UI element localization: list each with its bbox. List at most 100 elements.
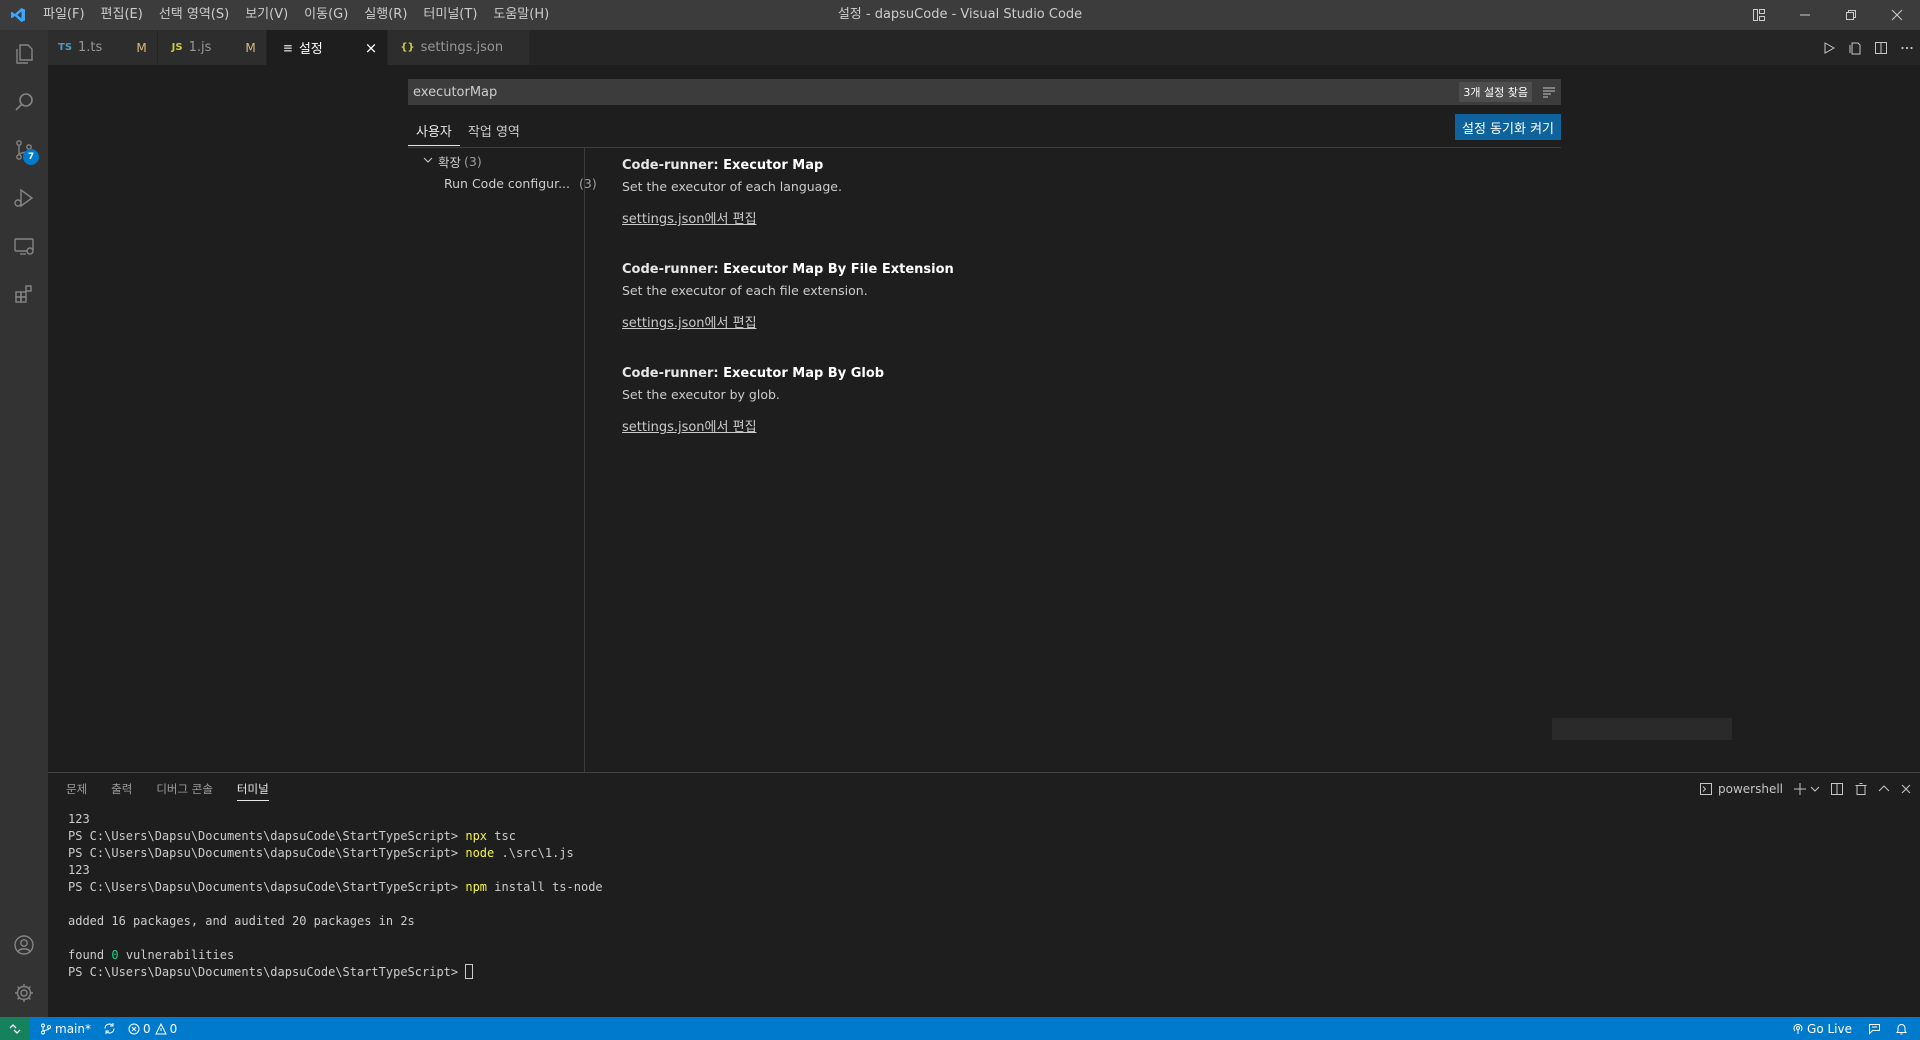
run-icon[interactable] xyxy=(1816,30,1842,65)
scm-badge: 7 xyxy=(23,149,39,165)
problems-indicator[interactable]: 0 0 xyxy=(122,1017,183,1040)
terminal-line: PS C:\Users\Dapsu\Documents\dapsuCode\St… xyxy=(68,828,603,845)
terminal-line: found 0 vulnerabilities xyxy=(68,947,603,964)
toc-item-extensions[interactable]: 확장 (3) xyxy=(408,150,584,172)
result-count-badge: 3개 설정 찾음 xyxy=(1459,82,1532,102)
terminal-prompt: PS C:\Users\Dapsu\Documents\dapsuCode\St… xyxy=(68,829,466,843)
status-bar: main* 0 0 Go Live xyxy=(0,1017,1920,1040)
toc-label: 확장 xyxy=(438,154,462,170)
setting-description: Set the executor of each file extension. xyxy=(622,283,868,298)
branch-name: main* xyxy=(55,1021,91,1036)
tab-1-js[interactable]: JS 1.js M xyxy=(157,30,267,65)
vuln-before: found xyxy=(68,948,112,962)
tab-label: 1.ts xyxy=(78,40,103,55)
tab-output[interactable]: 출력 xyxy=(111,781,132,801)
accounts-icon[interactable] xyxy=(0,921,48,969)
new-terminal-plus-icon[interactable] xyxy=(1793,782,1820,796)
window-controls xyxy=(1736,0,1920,30)
terminal-line: added 16 packages, and audited 20 packag… xyxy=(68,914,415,928)
terminal-line: 123 xyxy=(68,863,90,877)
notifications-bell-icon[interactable] xyxy=(1891,1017,1920,1040)
close-icon[interactable]: × xyxy=(365,39,378,57)
sync-icon[interactable] xyxy=(97,1017,122,1040)
tab-label: 설정 xyxy=(298,42,323,57)
terminal-name: powershell xyxy=(1718,782,1783,796)
edit-in-settings-json-link[interactable]: settings.json에서 편집 xyxy=(622,420,757,435)
menu-item-3[interactable]: 보기(V) xyxy=(237,0,296,30)
source-control-icon[interactable]: 7 xyxy=(0,126,48,174)
terminal-output[interactable]: 123 PS C:\Users\Dapsu\Documents\dapsuCode… xyxy=(68,811,603,981)
terminal-cursor xyxy=(465,964,474,979)
split-editor-icon[interactable] xyxy=(1868,30,1894,65)
menu-item-6[interactable]: 터미널(T) xyxy=(415,0,485,30)
editor-actions xyxy=(1816,30,1920,65)
setting-category: Code-runner: xyxy=(622,262,724,277)
chevron-down-icon xyxy=(1810,786,1820,792)
remote-explorer-icon[interactable] xyxy=(0,222,48,270)
maximize-panel-chevron-up-icon[interactable] xyxy=(1878,783,1890,795)
split-terminal-icon[interactable] xyxy=(1830,782,1844,796)
manage-gear-icon[interactable] xyxy=(0,969,48,1017)
terminal-icon xyxy=(1700,783,1712,795)
trash-icon[interactable] xyxy=(1854,782,1868,796)
explorer-icon[interactable] xyxy=(0,30,48,78)
tab-workspace[interactable]: 작업 영역 xyxy=(460,117,528,146)
terminal-selector[interactable]: powershell xyxy=(1699,782,1783,796)
terminal-command: npm xyxy=(465,880,488,894)
layout-icon[interactable] xyxy=(1736,0,1782,30)
setting-name: Executor Map By Glob xyxy=(723,366,885,381)
panel-actions: powershell xyxy=(1689,777,1912,801)
settings-file-icon: ≡ xyxy=(282,40,293,55)
settings-list: Code-runner: Executor Map Set the execut… xyxy=(622,158,1522,470)
terminal-command: npx xyxy=(465,829,488,843)
menu-item-5[interactable]: 실행(R) xyxy=(356,0,415,30)
typescript-file-icon: TS xyxy=(58,42,73,53)
tab-settings-json[interactable]: {} settings.json xyxy=(388,30,531,65)
setting-category: Code-runner: xyxy=(622,366,724,381)
setting-title: Code-runner: Executor Map By File Extens… xyxy=(622,262,1522,277)
edit-in-settings-json-link[interactable]: settings.json에서 편집 xyxy=(622,212,757,227)
menu-item-4[interactable]: 이동(G) xyxy=(296,0,356,30)
settings-toc: 확장 (3) Run Code configur... (3) xyxy=(408,148,597,772)
title-bar: 파일(F) 편집(E) 선택 영역(S) 보기(V) 이동(G) 실행(R) 터미널(T) 도… xyxy=(0,0,1920,30)
bottom-panel: 문제 출력 디버그 콘솔 터미널 powershell 123 PS C:\Use… xyxy=(48,772,1920,1017)
settings-search-input[interactable] xyxy=(413,84,1460,100)
vuln-after: vulnerabilities xyxy=(118,948,235,962)
terminal-line: 123 xyxy=(68,812,90,826)
tab-terminal[interactable]: 터미널 xyxy=(236,781,269,801)
remote-indicator-icon[interactable] xyxy=(0,1017,30,1040)
more-actions-icon[interactable] xyxy=(1894,30,1920,65)
extensions-icon[interactable] xyxy=(0,270,48,318)
restore-button[interactable] xyxy=(1828,0,1874,30)
go-live-label: Go Live xyxy=(1807,1021,1852,1036)
filter-icon[interactable] xyxy=(1542,85,1556,99)
close-panel-icon[interactable] xyxy=(1900,783,1912,795)
menu-item-2[interactable]: 선택 영역(S) xyxy=(151,0,237,30)
menu-item-7[interactable]: 도움말(H) xyxy=(485,0,557,30)
edit-in-settings-json-link[interactable]: settings.json에서 편집 xyxy=(622,316,757,331)
search-icon[interactable] xyxy=(0,78,48,126)
tab-label: 1.js xyxy=(188,40,212,55)
setting-description: Set the executor of each language. xyxy=(622,179,842,194)
tab-debug-console[interactable]: 디버그 콘솔 xyxy=(156,781,213,801)
run-debug-icon[interactable] xyxy=(0,174,48,222)
minimize-button[interactable] xyxy=(1782,0,1828,30)
menu-item-1[interactable]: 편집(E) xyxy=(93,0,151,30)
git-branch[interactable]: main* xyxy=(34,1017,97,1040)
turn-on-settings-sync-button[interactable]: 설정 동기화 켜기 xyxy=(1455,114,1561,140)
open-settings-json-icon[interactable] xyxy=(1842,30,1868,65)
menu-item-0[interactable]: 파일(F) xyxy=(35,0,93,30)
setting-title: Code-runner: Executor Map xyxy=(622,158,1522,173)
go-live-button[interactable]: Go Live xyxy=(1786,1017,1858,1040)
tab-problems[interactable]: 문제 xyxy=(66,781,87,801)
modified-indicator: M xyxy=(136,40,147,55)
feedback-icon[interactable] xyxy=(1858,1017,1891,1040)
error-count: 0 xyxy=(142,1021,151,1036)
toc-item-run-code-configuration[interactable]: Run Code configur... (3) xyxy=(408,172,597,194)
tab-settings[interactable]: ≡ 설정 × xyxy=(266,30,389,65)
tab-user[interactable]: 사용자 xyxy=(408,117,460,146)
terminal-prompt: PS C:\Users\Dapsu\Documents\dapsuCode\St… xyxy=(68,846,466,860)
close-window-button[interactable] xyxy=(1874,0,1920,30)
tab-1-ts[interactable]: TS 1.ts M xyxy=(48,30,158,65)
setting-category: Code-runner: xyxy=(622,158,724,173)
